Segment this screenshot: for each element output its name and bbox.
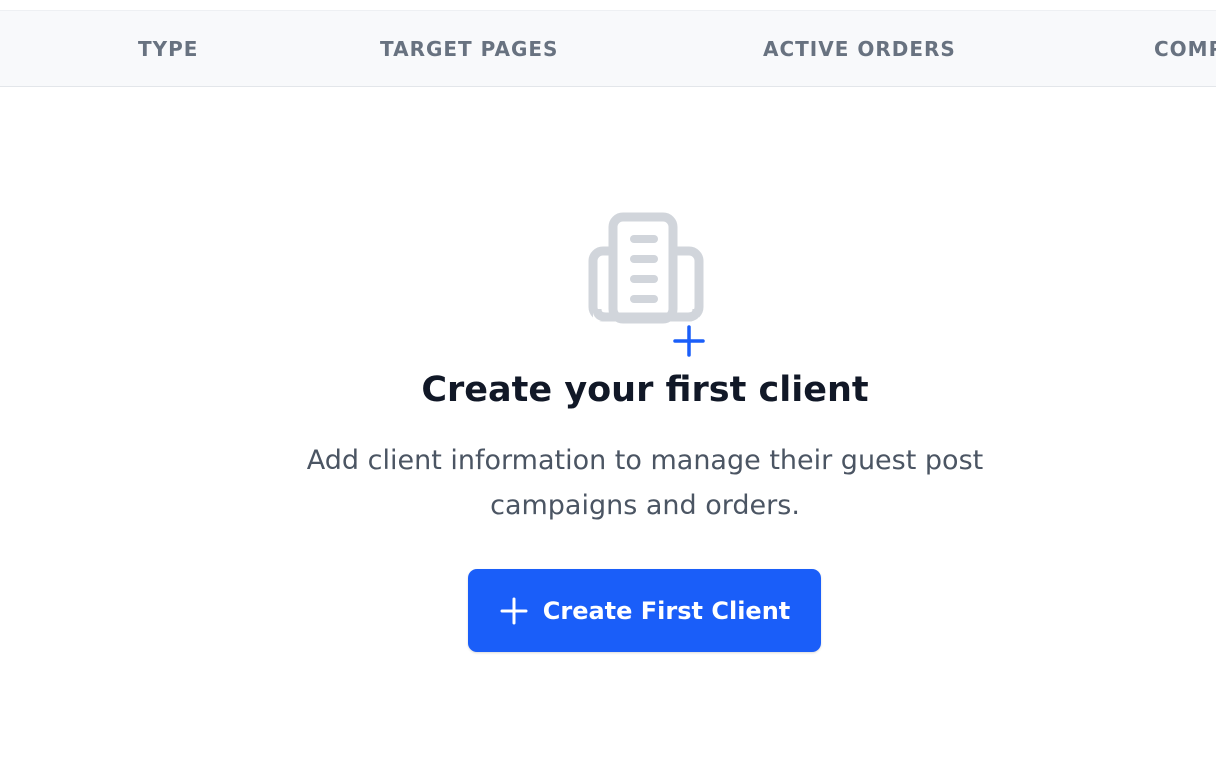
column-header-target-pages[interactable]: TARGET PAGES — [380, 37, 558, 61]
office-building-plus-icon — [588, 209, 708, 359]
plus-icon — [500, 597, 528, 624]
table-header: TYPE TARGET PAGES ACTIVE ORDERS COMP — [0, 10, 1216, 87]
column-header-comp[interactable]: COMP — [1154, 37, 1216, 61]
column-header-active-orders[interactable]: ACTIVE ORDERS — [763, 37, 956, 61]
plus-badge-icon — [673, 325, 705, 357]
empty-state-description: Add client information to manage their g… — [306, 445, 984, 521]
column-header-type[interactable]: TYPE — [138, 37, 198, 61]
create-first-client-label: Create First Client — [542, 596, 791, 625]
top-edge — [0, 0, 1216, 10]
empty-state-title: Create your first client — [421, 370, 869, 410]
empty-state: Create your first client Add client info… — [0, 86, 1216, 770]
create-first-client-button[interactable]: Create First Client — [468, 569, 821, 652]
